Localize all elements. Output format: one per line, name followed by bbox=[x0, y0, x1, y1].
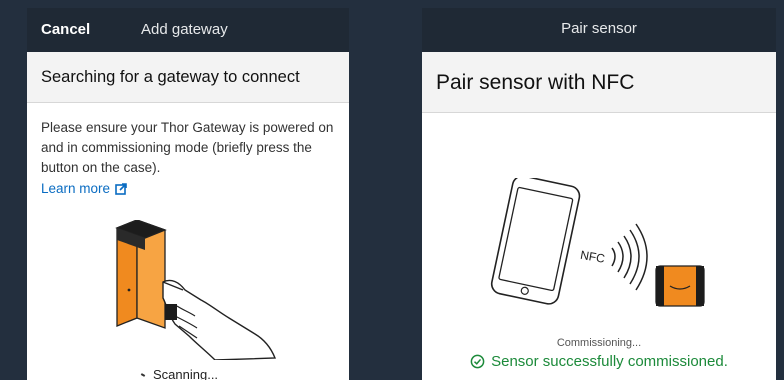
pair-sensor-screen: Pair sensor Pair sensor with NFC NFC Com… bbox=[422, 8, 776, 380]
nfc-pairing-illustration: NFC bbox=[490, 178, 705, 307]
section-header: Searching for a gateway to connect bbox=[27, 52, 349, 103]
gateway-press-illustration bbox=[115, 220, 277, 360]
nfc-label: NFC bbox=[579, 248, 606, 266]
section-heading: Searching for a gateway to connect bbox=[41, 68, 300, 86]
spinner-icon bbox=[140, 372, 146, 377]
success-label: Sensor successfully commissioned. bbox=[491, 353, 728, 370]
section-heading: Pair sensor with NFC bbox=[436, 71, 635, 94]
external-link-icon bbox=[115, 182, 127, 195]
top-bar: Pair sensor bbox=[422, 8, 776, 52]
success-message: Sensor successfully commissioned. bbox=[422, 353, 776, 370]
learn-more-link[interactable]: Learn more bbox=[41, 181, 127, 196]
section-header: Pair sensor with NFC bbox=[422, 52, 776, 113]
cancel-button[interactable]: Cancel bbox=[41, 21, 90, 38]
scanning-status: Scanning... bbox=[140, 367, 219, 380]
scanning-label: Scanning... bbox=[153, 367, 219, 380]
screen-title: Add gateway bbox=[141, 21, 228, 38]
learn-more-label: Learn more bbox=[41, 181, 111, 196]
commissioning-status: Commissioning... bbox=[556, 337, 642, 349]
add-gateway-screen: Cancel Add gateway Searching for a gatew… bbox=[27, 8, 349, 380]
checkmark-circle-icon bbox=[470, 354, 485, 369]
instructions-text: Please ensure your Thor Gateway is power… bbox=[41, 120, 334, 175]
screen-title: Pair sensor bbox=[561, 20, 637, 37]
top-bar: Cancel Add gateway bbox=[27, 8, 349, 52]
